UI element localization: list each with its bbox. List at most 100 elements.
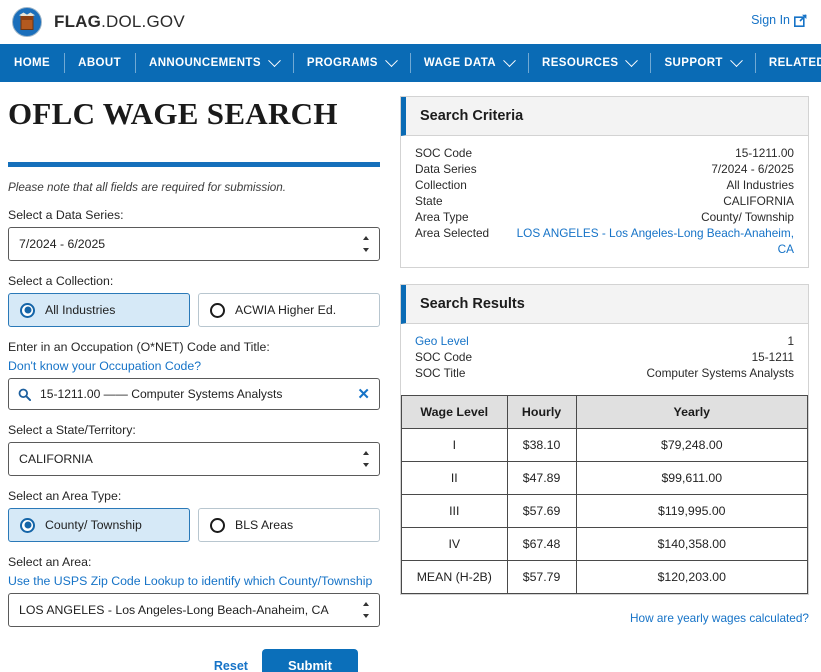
data-series-value: 7/2024 - 6/2025 [19,237,106,251]
occupation-search-input[interactable]: 15-1211.00 —— Computer Systems Analysts … [8,378,380,410]
criteria-row: State CALIFORNIA [415,193,794,209]
nav-item-resources[interactable]: RESOURCES [528,44,650,82]
column-header-wage-level: Wage Level [401,395,508,429]
criteria-value: CALIFORNIA [723,194,794,208]
radio-dot-icon [20,517,35,533]
column-header-yearly: Yearly [575,395,809,429]
criteria-value: County/ Township [701,210,794,224]
radio-label: County/ Township [45,518,142,532]
cell-yearly: $119,995.00 [575,494,809,528]
radio-label: ACWIA Higher Ed. [235,303,337,317]
nav-label: SUPPORT [664,57,723,69]
cell-yearly: $120,203.00 [575,560,809,594]
criteria-row: Data Series 7/2024 - 6/2025 [415,161,794,177]
nav-label: ANNOUNCEMENTS [149,57,261,69]
table-row: I $38.10 $79,248.00 [401,428,809,462]
cell-wage-level: II [401,461,508,495]
area-selected-link[interactable]: LOS ANGELES - Los Angeles-Long Beach-Ana… [499,225,794,257]
cell-hourly: $47.89 [506,461,577,495]
search-criteria-title: Search Criteria [401,97,808,136]
search-icon [18,388,31,401]
radio-label: All Industries [45,303,116,317]
select-spinner-icon [362,602,370,618]
result-key: SOC Title [415,366,466,380]
cell-yearly: $99,611.00 [575,461,809,495]
form-note: Please note that all fields are required… [8,181,287,194]
result-value: Computer Systems Analysts [646,366,794,380]
nav-label: ABOUT [78,57,121,69]
state-value: CALIFORNIA [19,452,93,466]
radio-bls-areas[interactable]: BLS Areas [198,508,380,542]
criteria-row: Area Type County/ Township [415,209,794,225]
radio-dot-icon [20,302,35,318]
nav-item-related-links[interactable]: RELATED LINKS [754,44,821,82]
occupation-value: 15-1211.00 —— Computer Systems Analysts [40,387,283,401]
form-actions: Reset Submit [8,649,380,672]
radio-county-township[interactable]: County/ Township [8,508,190,542]
nav-item-announcements[interactable]: ANNOUNCEMENTS [135,44,293,82]
area-type-label: Select an Area Type: [8,489,122,503]
table-row: III $57.69 $119,995.00 [401,494,809,528]
cell-hourly: $57.69 [506,494,577,528]
search-criteria-card: Search Criteria SOC Code 15-1211.00 Data… [400,96,809,268]
cell-yearly: $140,358.00 [575,527,809,561]
result-value: 15-1211 [751,350,794,364]
external-link-icon [794,13,807,27]
state-label: Select a State/Territory: [8,423,136,437]
nav-item-about[interactable]: ABOUT [64,44,135,82]
nav-label: PROGRAMS [306,57,378,69]
area-type-radio-group: County/ Township BLS Areas [8,508,380,542]
criteria-row: Area Selected LOS ANGELES - Los Angeles-… [415,225,794,257]
sign-in-label: Sign In [751,13,790,27]
criteria-key: Area Selected [415,226,490,240]
data-series-select[interactable]: 7/2024 - 6/2025 [8,227,380,261]
nav-item-support[interactable]: SUPPORT [650,44,754,82]
yearly-wages-help-link[interactable]: How are yearly wages calculated? [400,611,809,625]
sign-in-link[interactable]: Sign In [751,13,807,27]
occupation-help-link[interactable]: Don't know your Occupation Code? [8,359,380,373]
nav-item-wage-data[interactable]: WAGE DATA [409,44,528,82]
usps-zip-lookup-link[interactable]: Use the USPS Zip Code Lookup to identify… [8,574,380,588]
geo-level-link[interactable]: Geo Level [415,333,469,349]
chevron-down-icon [503,53,516,67]
brand-bold: FLAG [54,12,102,31]
criteria-value: 7/2024 - 6/2025 [711,162,794,176]
radio-acwia-higher-ed[interactable]: ACWIA Higher Ed. [198,293,380,327]
cell-hourly: $67.48 [506,527,577,561]
page-title: OFLC WAGE SEARCH [8,96,338,131]
chevron-down-icon [625,53,639,67]
cell-hourly: $38.10 [506,428,577,462]
title-underline-rule [8,162,380,167]
close-icon[interactable]: ✕ [357,387,370,402]
nav-item-programs[interactable]: PROGRAMS [292,44,410,82]
table-row: MEAN (H-2B) $57.79 $120,203.00 [401,560,809,594]
table-row: IV $67.48 $140,358.00 [401,527,809,561]
nav-item-home[interactable]: HOME [0,44,64,82]
criteria-key: State [415,194,443,208]
chevron-down-icon [268,53,281,67]
radio-all-industries[interactable]: All Industries [8,293,190,327]
result-row: SOC Code 15-1211 [415,349,794,365]
column-header-hourly: Hourly [506,395,577,429]
data-series-label: Select a Data Series: [8,208,124,222]
reset-button[interactable]: Reset [214,659,248,672]
chevron-down-icon [730,53,743,67]
page-content: OFLC WAGE SEARCH Please note that all fi… [0,82,821,672]
cell-wage-level: MEAN (H-2B) [401,560,508,594]
cell-hourly: $57.79 [506,560,577,594]
dol-seal-icon [12,7,42,37]
results-column: Search Criteria SOC Code 15-1211.00 Data… [396,82,821,672]
state-select[interactable]: CALIFORNIA [8,442,380,476]
cell-wage-level: IV [401,527,508,561]
criteria-value: 15-1211.00 [735,146,794,160]
nav-label: WAGE DATA [423,57,497,69]
submit-button[interactable]: Submit [261,649,358,672]
area-select[interactable]: LOS ANGELES - Los Angeles-Long Beach-Ana… [8,593,380,627]
table-header-row: Wage Level Hourly Yearly [401,395,809,429]
wage-search-form: OFLC WAGE SEARCH Please note that all fi… [0,82,396,672]
search-criteria-body: SOC Code 15-1211.00 Data Series 7/2024 -… [401,136,808,267]
main-navigation: HOME ABOUT ANNOUNCEMENTS PROGRAMS WAGE D… [0,44,821,82]
result-row: SOC Title Computer Systems Analysts [415,365,794,381]
select-spinner-icon [362,236,370,252]
chevron-down-icon [384,53,398,67]
